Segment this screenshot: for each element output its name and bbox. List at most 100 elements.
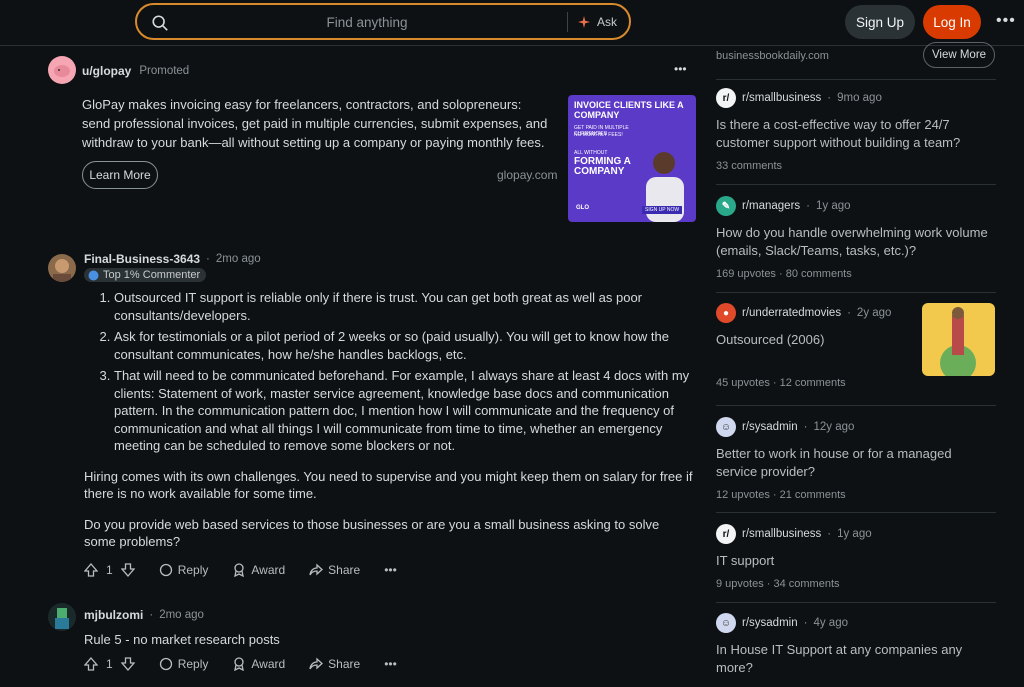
- tomato-icon: ●: [716, 303, 736, 323]
- comment-time: 2mo ago: [215, 253, 261, 265]
- sidebar-top: businessbookdaily.com View More: [716, 42, 996, 80]
- list-item: That will need to be communicated before…: [114, 367, 694, 455]
- related-post[interactable]: ✎ r/managers · 1y ago How do you handle …: [716, 196, 996, 293]
- post-title[interactable]: Outsourced (2006): [716, 331, 906, 349]
- upvote-icon[interactable]: [84, 657, 98, 671]
- share-button[interactable]: Share: [309, 563, 360, 577]
- post-stats: 12 upvotes · 21 comments: [716, 489, 846, 501]
- related-post[interactable]: r/ r/smallbusiness · 1y ago IT support 9…: [716, 524, 996, 603]
- reply-label: Reply: [177, 563, 209, 577]
- badge-icon: [88, 270, 99, 280]
- post-time: 1y ago: [837, 528, 872, 540]
- post-title[interactable]: IT support: [716, 552, 996, 570]
- comment-username[interactable]: Final-Business-3643: [84, 252, 200, 266]
- snoo-icon: ☺: [716, 613, 736, 633]
- post-stats: 33 comments: [716, 160, 783, 172]
- post-title[interactable]: How do you handle overwhelming work volu…: [716, 224, 996, 260]
- ask-button[interactable]: Ask: [577, 10, 617, 34]
- comment-time: 2mo ago: [159, 609, 204, 621]
- reply-button[interactable]: Reply: [159, 563, 209, 577]
- award-icon: [234, 657, 245, 671]
- ad-bullet: NO MONTHLY FEES!: [574, 132, 623, 138]
- ad-image[interactable]: INVOICE CLIENTS LIKE A COMPANY GET PAID …: [568, 95, 696, 222]
- comment-actions: 1 Reply Award Share •••: [84, 563, 421, 577]
- subreddit-name[interactable]: r/underratedmovies: [742, 307, 841, 319]
- reply-button[interactable]: Reply: [159, 657, 209, 671]
- ad-cta: SIGN UP NOW: [642, 206, 683, 214]
- subreddit-icon: r/: [716, 524, 736, 544]
- award-button[interactable]: Award: [232, 563, 285, 577]
- post-title[interactable]: Is there a cost-effective way to offer 2…: [716, 116, 996, 152]
- subreddit-name[interactable]: r/sysadmin: [742, 421, 798, 433]
- ad-brand: GLO: [576, 205, 589, 211]
- sign-up-button[interactable]: Sign Up: [845, 5, 915, 39]
- vote-group: 1: [84, 657, 135, 671]
- related-post[interactable]: ● r/underratedmovies · 2y ago Outsourced…: [716, 303, 996, 406]
- post-title[interactable]: Better to work in house or for a managed…: [716, 445, 996, 481]
- downvote-icon[interactable]: [120, 563, 135, 577]
- subreddit-name[interactable]: r/managers: [742, 200, 800, 212]
- post-stats: 169 upvotes · 80 comments: [716, 268, 852, 280]
- share-label: Share: [328, 563, 361, 577]
- comment-username[interactable]: mjbulzomi: [84, 608, 143, 622]
- sidebar-domain[interactable]: businessbookdaily.com: [716, 50, 829, 62]
- downvote-icon[interactable]: [120, 657, 135, 671]
- comment-text: Rule 5 - no market research posts: [84, 632, 280, 647]
- promo-username[interactable]: u/glopay: [82, 64, 131, 78]
- view-more-button[interactable]: View More: [923, 42, 995, 68]
- comment-more-icon[interactable]: •••: [384, 657, 397, 671]
- learn-more-button[interactable]: Learn More: [82, 161, 158, 189]
- ad-big: FORMING A COMPANY: [574, 156, 631, 177]
- snoo-icon: ☺: [716, 417, 736, 437]
- comment-more-icon[interactable]: •••: [384, 563, 397, 577]
- list-item: Outsourced IT support is reliable only i…: [114, 289, 694, 324]
- subreddit-icon: r/: [716, 88, 736, 108]
- related-post[interactable]: ☺ r/sysadmin · 4y ago In House IT Suppor…: [716, 613, 996, 687]
- log-in-button[interactable]: Log In: [923, 5, 981, 39]
- more-options-icon[interactable]: •••: [996, 12, 1016, 32]
- related-post[interactable]: ☺ r/sysadmin · 12y ago Better to work in…: [716, 417, 996, 513]
- search-input[interactable]: [177, 12, 557, 32]
- ask-label: Ask: [597, 15, 618, 29]
- award-label: Award: [251, 657, 286, 671]
- promoted-tag: Promoted: [139, 65, 190, 77]
- award-button[interactable]: Award: [232, 657, 285, 671]
- reply-label: Reply: [177, 657, 209, 671]
- post-time: 9mo ago: [837, 92, 882, 104]
- avatar[interactable]: [48, 603, 76, 631]
- subreddit-name[interactable]: r/smallbusiness: [742, 92, 821, 104]
- avatar: [48, 56, 76, 84]
- search-divider: [567, 12, 568, 32]
- subreddit-name[interactable]: r/sysadmin: [742, 617, 798, 629]
- vote-count: 1: [106, 657, 113, 671]
- post-stats: 45 upvotes · 12 comments: [716, 377, 846, 389]
- share-icon: [309, 563, 324, 576]
- promo-domain[interactable]: glopay.com: [497, 168, 557, 182]
- search-bar[interactable]: Ask: [135, 3, 631, 40]
- top-header: Ask Sign Up Log In •••: [0, 0, 1024, 46]
- post-time: 2y ago: [856, 307, 892, 319]
- post-title[interactable]: In House IT Support at any companies any…: [716, 641, 996, 677]
- search-icon: [152, 15, 168, 31]
- share-label: Share: [328, 657, 361, 671]
- related-posts-sidebar: businessbookdaily.com View More r/ r/sma…: [704, 42, 1004, 687]
- avatar[interactable]: [48, 254, 76, 282]
- related-post[interactable]: r/ r/smallbusiness · 9mo ago Is there a …: [716, 88, 996, 185]
- share-button[interactable]: Share: [309, 657, 360, 671]
- post-stats: 9 upvotes · 34 comments: [716, 578, 840, 590]
- upvote-icon[interactable]: [84, 563, 98, 577]
- comment-icon: [159, 657, 172, 671]
- share-icon: [309, 657, 324, 670]
- comment-list: Outsourced IT support is reliable only i…: [84, 289, 694, 455]
- post-thumbnail[interactable]: [922, 303, 995, 376]
- list-item: Ask for testimonials or a pilot period o…: [114, 328, 694, 363]
- subreddit-name[interactable]: r/smallbusiness: [742, 528, 821, 540]
- wrench-icon: ✎: [716, 196, 736, 216]
- comment-icon: [159, 563, 172, 577]
- vote-count: 1: [106, 563, 113, 577]
- promoted-post: u/glopay Promoted ••• GloPay makes invoi…: [48, 50, 708, 230]
- post-options-icon[interactable]: •••: [674, 62, 687, 76]
- commenter-badge: Top 1% Commenter: [84, 268, 207, 282]
- award-icon: [234, 563, 245, 577]
- post-time: 1y ago: [816, 200, 851, 212]
